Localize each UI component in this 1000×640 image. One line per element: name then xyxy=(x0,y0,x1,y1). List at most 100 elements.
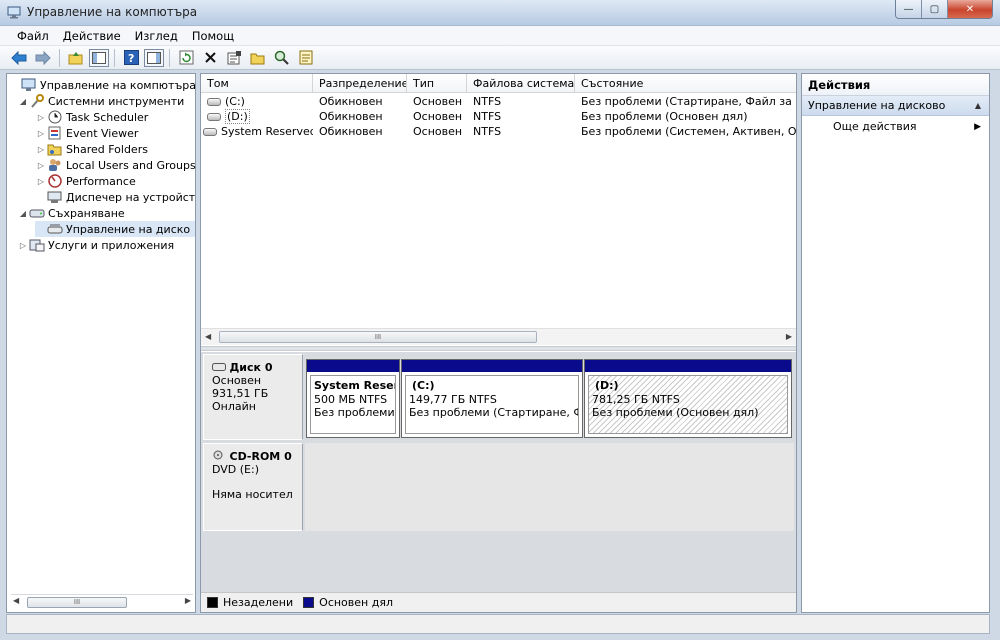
partition-d[interactable]: (D:) 781,25 ГБ NTFS Без проблеми (Основе… xyxy=(584,359,792,438)
scroll-left-arrow-icon[interactable]: ◀ xyxy=(205,332,211,341)
partition-size: 781,25 ГБ NTFS xyxy=(592,392,680,406)
properties-icon[interactable] xyxy=(223,48,245,68)
collapsed-arrow-icon[interactable]: ▷ xyxy=(17,241,29,250)
legend: Незаделени Основен дял xyxy=(201,592,796,612)
toolbar: ? xyxy=(0,46,1000,70)
more-actions-item[interactable]: Още действия ▶ xyxy=(802,116,989,138)
tree-item-root[interactable]: Управление на компютъра (л xyxy=(9,77,211,93)
pane-splitter[interactable] xyxy=(201,346,796,351)
tree-item-device-manager[interactable]: Диспечер на устройст xyxy=(35,189,195,205)
scroll-thumb[interactable]: III xyxy=(219,331,537,343)
collapsed-arrow-icon[interactable]: ▷ xyxy=(35,129,47,138)
tree-horizontal-scrollbar[interactable]: ◀ III ▶ xyxy=(11,594,193,608)
minimize-button[interactable]: — xyxy=(896,0,922,18)
cdrom-empty-area[interactable] xyxy=(305,443,794,531)
layout-cell: Обикновен xyxy=(319,95,383,108)
partition-system-reserved[interactable]: System Reserv 500 МБ NTFS Без проблеми xyxy=(306,359,400,438)
column-type[interactable]: Тип xyxy=(407,74,467,93)
table-row[interactable]: (D:) Обикновен Основен NTFS Без проблеми… xyxy=(201,109,796,124)
expanded-arrow-icon[interactable]: ◢ xyxy=(17,97,29,106)
close-button[interactable]: ✕ xyxy=(948,0,992,18)
services-icon xyxy=(29,239,45,252)
svg-text:?: ? xyxy=(128,52,134,65)
tree-label: Event Viewer xyxy=(66,126,139,140)
collapsed-arrow-icon[interactable]: ▷ xyxy=(35,177,47,186)
drive-icon xyxy=(203,128,217,136)
partition-name: (D:) xyxy=(595,379,619,392)
legend-primary-label: Основен дял xyxy=(319,596,393,609)
file-system-cell: NTFS xyxy=(473,110,502,123)
column-volume[interactable]: Том xyxy=(201,74,313,93)
forward-arrow-icon[interactable] xyxy=(32,48,54,68)
volume-cell: System Reserved xyxy=(201,124,313,139)
device-manager-icon xyxy=(47,191,62,203)
partition-body-selected: (D:) 781,25 ГБ NTFS Без проблеми (Основе… xyxy=(588,375,788,434)
tree-item-shared-folders[interactable]: ▷ Shared Folders xyxy=(35,141,148,157)
tree-item-system-tools[interactable]: ◢ Системни инструменти xyxy=(17,93,184,109)
partition-c[interactable]: (C:) 149,77 ГБ NTFS Без проблеми (Старти… xyxy=(401,359,583,438)
menu-help[interactable]: Помощ xyxy=(185,29,241,43)
submenu-arrow-icon: ▶ xyxy=(974,122,981,132)
tree-item-task-scheduler[interactable]: ▷ Task Scheduler xyxy=(35,109,148,125)
tree-label: Диспечер на устройст xyxy=(66,190,196,204)
volume-list-horizontal-scrollbar[interactable]: ◀ III ▶ xyxy=(201,328,796,345)
toolbar-separator xyxy=(114,48,115,67)
tree-label: Performance xyxy=(66,174,136,188)
layout-cell: Обикновен xyxy=(319,125,383,138)
tree-item-disk-management[interactable]: Управление на диско xyxy=(35,221,195,237)
volume-name: System Reserved xyxy=(221,125,313,138)
up-folder-icon[interactable] xyxy=(65,48,87,68)
delete-icon[interactable] xyxy=(199,48,221,68)
tree-item-services[interactable]: ▷ Услуги и приложения xyxy=(17,237,174,253)
cd-drive-icon xyxy=(213,450,223,460)
collapse-arrow-icon[interactable]: ▲ xyxy=(975,96,981,116)
action-pane-icon[interactable] xyxy=(144,48,164,67)
tree-item-storage[interactable]: ◢ Съхраняване xyxy=(17,205,125,221)
clock-icon xyxy=(48,110,62,124)
collapsed-arrow-icon[interactable]: ▷ xyxy=(35,161,47,170)
tree-item-performance[interactable]: ▷ Performance xyxy=(35,173,136,189)
table-row[interactable]: (C:) Обикновен Основен NTFS Без проблеми… xyxy=(201,94,796,109)
tree-label: Управление на компютъра (л xyxy=(40,78,211,92)
tree-label: Shared Folders xyxy=(66,142,148,156)
scroll-thumb[interactable]: III xyxy=(27,597,127,608)
column-file-system[interactable]: Файлова система xyxy=(467,74,575,93)
collapsed-arrow-icon[interactable]: ▷ xyxy=(35,145,47,154)
primary-partition-bar xyxy=(585,360,791,372)
menu-action[interactable]: Действие xyxy=(56,29,128,43)
partition-size: 149,77 ГБ NTFS xyxy=(409,392,497,406)
scroll-left-arrow-icon[interactable]: ◀ xyxy=(13,596,19,605)
partition-size: 500 МБ NTFS xyxy=(314,392,388,406)
disk-name: Диск 0 xyxy=(229,361,273,374)
column-layout[interactable]: Разпределение xyxy=(313,74,407,93)
tools-icon xyxy=(31,94,44,108)
computer-management-icon xyxy=(21,78,36,91)
menu-view[interactable]: Изглед xyxy=(128,29,185,43)
disk-0-title: Диск 0 xyxy=(212,361,302,374)
search-disk-icon[interactable] xyxy=(271,48,293,68)
table-row[interactable]: System Reserved Обикновен Основен NTFS Б… xyxy=(201,124,796,139)
actions-section-disk-management[interactable]: Управление на дисково ▲ xyxy=(802,96,989,116)
expanded-arrow-icon[interactable]: ◢ xyxy=(17,209,29,218)
actions-section-label: Управление на дисково xyxy=(808,99,946,112)
disk-0-label[interactable]: Диск 0 Основен 931,51 ГБ Онлайн xyxy=(203,354,303,440)
partition-status: Без проблеми (Основен дял) xyxy=(592,406,759,419)
collapsed-arrow-icon[interactable]: ▷ xyxy=(35,113,47,122)
export-icon[interactable] xyxy=(295,48,317,68)
open-folder-icon[interactable] xyxy=(247,48,269,68)
maximize-button[interactable]: ▢ xyxy=(922,0,948,18)
scroll-right-arrow-icon[interactable]: ▶ xyxy=(786,332,792,341)
help-icon[interactable]: ? xyxy=(120,48,142,68)
cdrom-0-label[interactable]: CD-ROM 0 DVD (E:) Няма носител xyxy=(203,443,303,531)
tree-item-event-viewer[interactable]: ▷ Event Viewer xyxy=(35,125,138,141)
legend-unallocated-label: Незаделени xyxy=(223,596,294,609)
column-status[interactable]: Състояние xyxy=(575,74,796,93)
refresh-icon[interactable] xyxy=(175,48,197,68)
menu-file[interactable]: Файл xyxy=(10,29,56,43)
scroll-right-arrow-icon[interactable]: ▶ xyxy=(185,596,191,605)
show-hide-tree-icon[interactable] xyxy=(89,48,109,67)
volume-name: (C:) xyxy=(225,95,245,108)
back-arrow-icon[interactable] xyxy=(8,48,30,68)
tree-item-local-users[interactable]: ▷ Local Users and Groups xyxy=(35,157,196,173)
toolbar-separator xyxy=(59,48,60,67)
